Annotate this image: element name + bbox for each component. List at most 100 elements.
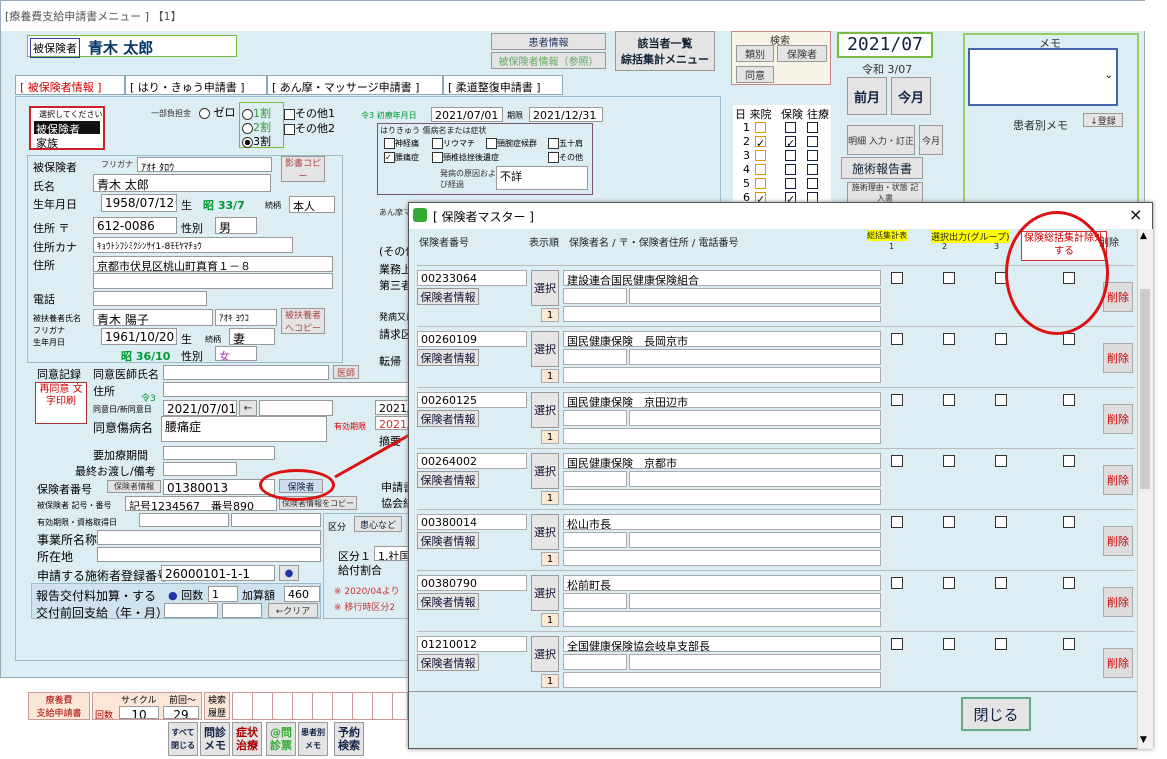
select-button[interactable]: 選択: [531, 392, 559, 428]
checkbox-col-1[interactable]: [891, 455, 903, 467]
zip-cell[interactable]: [563, 593, 627, 609]
bottom-button-1[interactable]: すべて 閉じる: [168, 722, 198, 756]
visit-checkbox-5[interactable]: [755, 178, 766, 189]
insurance-checkbox-3[interactable]: [785, 150, 796, 161]
option-insured[interactable]: 被保険者: [34, 121, 100, 136]
delete-button[interactable]: 削除: [1103, 404, 1133, 434]
insurer-info-button[interactable]: 保険者情報: [417, 654, 479, 671]
insured-type-select[interactable]: 選択してください 被保険者 家族: [29, 106, 105, 150]
radio-3[interactable]: 3割: [242, 133, 271, 149]
bottom-button-4[interactable]: @問 診票: [266, 722, 296, 756]
zip-cell[interactable]: [563, 532, 627, 548]
insurer-name-cell[interactable]: 松前町長: [563, 575, 881, 591]
report-button[interactable]: 施術報告書: [841, 157, 923, 179]
zip-cell[interactable]: [563, 654, 627, 670]
zip-cell[interactable]: [563, 288, 627, 304]
prev-pay-month[interactable]: [222, 603, 262, 618]
visit-checkbox-1[interactable]: [755, 122, 766, 133]
zip-input[interactable]: 612-0086: [93, 217, 177, 234]
order-cell[interactable]: 1: [541, 552, 559, 566]
address-cell[interactable]: [629, 593, 881, 609]
last-handover-input[interactable]: [163, 462, 237, 476]
insurer-name-cell[interactable]: 国民健康保険 京都市: [563, 453, 881, 469]
option-family[interactable]: 家族: [36, 135, 58, 151]
prev-pay-year[interactable]: [164, 603, 218, 618]
checkbox-col-3[interactable]: [995, 577, 1007, 589]
checkbox-col-1[interactable]: [891, 577, 903, 589]
symptom-checkbox-3[interactable]: 頸腕症候群: [486, 138, 537, 149]
zip-cell[interactable]: [563, 410, 627, 426]
times-select[interactable]: 1: [208, 586, 238, 602]
tab-hari-kyu[interactable]: [ はり・きゅう申請書 ]: [125, 75, 267, 95]
tab-judo[interactable]: [ 柔道整復申請書 ]: [443, 75, 563, 95]
phone-cell[interactable]: [563, 367, 881, 383]
list-menu-button[interactable]: 該当者一覧 綜括集計メニュー: [615, 31, 715, 71]
prev-month-button[interactable]: 前月: [847, 77, 887, 115]
bottom-button-3[interactable]: 症状 治療: [232, 722, 262, 756]
insurer-info-button[interactable]: 保険者情報: [107, 480, 161, 493]
checkbox-col-3[interactable]: [995, 516, 1007, 528]
insurer-name-cell[interactable]: 国民健康保険 長岡京市: [563, 331, 881, 347]
address-cell[interactable]: [629, 532, 881, 548]
insurer-info-button[interactable]: 保険者情報: [417, 593, 479, 610]
insurer-info-button[interactable]: 保険者情報: [417, 410, 479, 427]
insurer-no-cell[interactable]: 00380790: [417, 575, 527, 591]
sex-select[interactable]: 男: [215, 217, 257, 234]
phone-cell[interactable]: [563, 550, 881, 566]
radio-zero[interactable]: ゼロ: [199, 104, 239, 122]
checkbox-col-2[interactable]: [943, 272, 955, 284]
dep-copy-button[interactable]: 被扶養者へコピー: [281, 308, 325, 334]
zip-cell[interactable]: [563, 349, 627, 365]
furigana-input[interactable]: ｱｵｷ ﾀﾛｳ: [137, 157, 272, 172]
symptom-checkbox-5[interactable]: ✓ 腰痛症: [384, 152, 419, 163]
phone-cell[interactable]: [563, 428, 881, 444]
meisai-button[interactable]: 明細 入力・訂正: [847, 125, 915, 155]
memo-input[interactable]: ⌄: [968, 48, 1118, 106]
scroll-thumb[interactable]: [1140, 289, 1150, 489]
delete-button[interactable]: 削除: [1103, 587, 1133, 617]
select-button[interactable]: 選択: [531, 636, 559, 672]
dep-sex-select[interactable]: 女: [215, 346, 257, 361]
checkbox-col-2[interactable]: [943, 577, 955, 589]
reprint-box[interactable]: 再同意 文字印刷: [35, 382, 87, 424]
select-button[interactable]: 選択: [531, 575, 559, 611]
period-date-input[interactable]: 2021/12/31: [529, 107, 603, 122]
period2-input[interactable]: 2021/: [375, 400, 411, 415]
addr2-input[interactable]: [93, 273, 333, 289]
ouryo-checkbox-3[interactable]: [807, 150, 818, 161]
select-button[interactable]: 選択: [531, 514, 559, 550]
other2-checkbox[interactable]: その他2: [284, 120, 335, 136]
office-name-input[interactable]: [97, 530, 321, 545]
insurer-no-cell[interactable]: 00380014: [417, 514, 527, 530]
menu-this-month-button[interactable]: 今月: [919, 125, 943, 155]
select-button[interactable]: 選択: [531, 453, 559, 489]
other1-checkbox[interactable]: その他1: [284, 105, 335, 121]
doctor-button[interactable]: 医師: [333, 365, 359, 379]
visit-checkbox-2[interactable]: ✓: [755, 136, 766, 150]
insurer-no-cell[interactable]: 00233064: [417, 270, 527, 286]
dep-relation-select[interactable]: 妻: [229, 328, 275, 345]
checkbox-col-2[interactable]: [943, 455, 955, 467]
reg-no-input[interactable]: 26000101-1-1: [161, 565, 275, 581]
relation-select[interactable]: 本人: [289, 196, 335, 213]
dep-kana-input[interactable]: ｱｵｷ ﾖｳｺ: [215, 309, 277, 326]
checkbox-col-2[interactable]: [943, 333, 955, 345]
insurer-name-cell[interactable]: 国民健康保険 京田辺市: [563, 392, 881, 408]
insurer-info-button[interactable]: 保険者情報: [417, 349, 479, 366]
search-insurer-button[interactable]: 保険者: [777, 45, 827, 62]
phone-cell[interactable]: [563, 489, 881, 505]
phone-cell[interactable]: [563, 306, 881, 322]
checkbox-col-2[interactable]: [943, 516, 955, 528]
order-cell[interactable]: 1: [541, 674, 559, 688]
order-cell[interactable]: 1: [541, 491, 559, 505]
bottom-button-5[interactable]: 患者別 メモ: [298, 722, 328, 756]
insurer-no-input[interactable]: 01380013: [163, 479, 275, 495]
delete-button[interactable]: 削除: [1103, 526, 1133, 556]
required-period-input[interactable]: [163, 446, 275, 460]
consent-date-arrow[interactable]: ←: [239, 400, 257, 416]
delete-button[interactable]: 削除: [1103, 648, 1133, 678]
cycle-value[interactable]: 10: [119, 706, 159, 719]
address-cell[interactable]: [629, 471, 881, 487]
add-input[interactable]: 460: [284, 586, 320, 602]
insurer-info-button[interactable]: 保険者情報: [417, 471, 479, 488]
